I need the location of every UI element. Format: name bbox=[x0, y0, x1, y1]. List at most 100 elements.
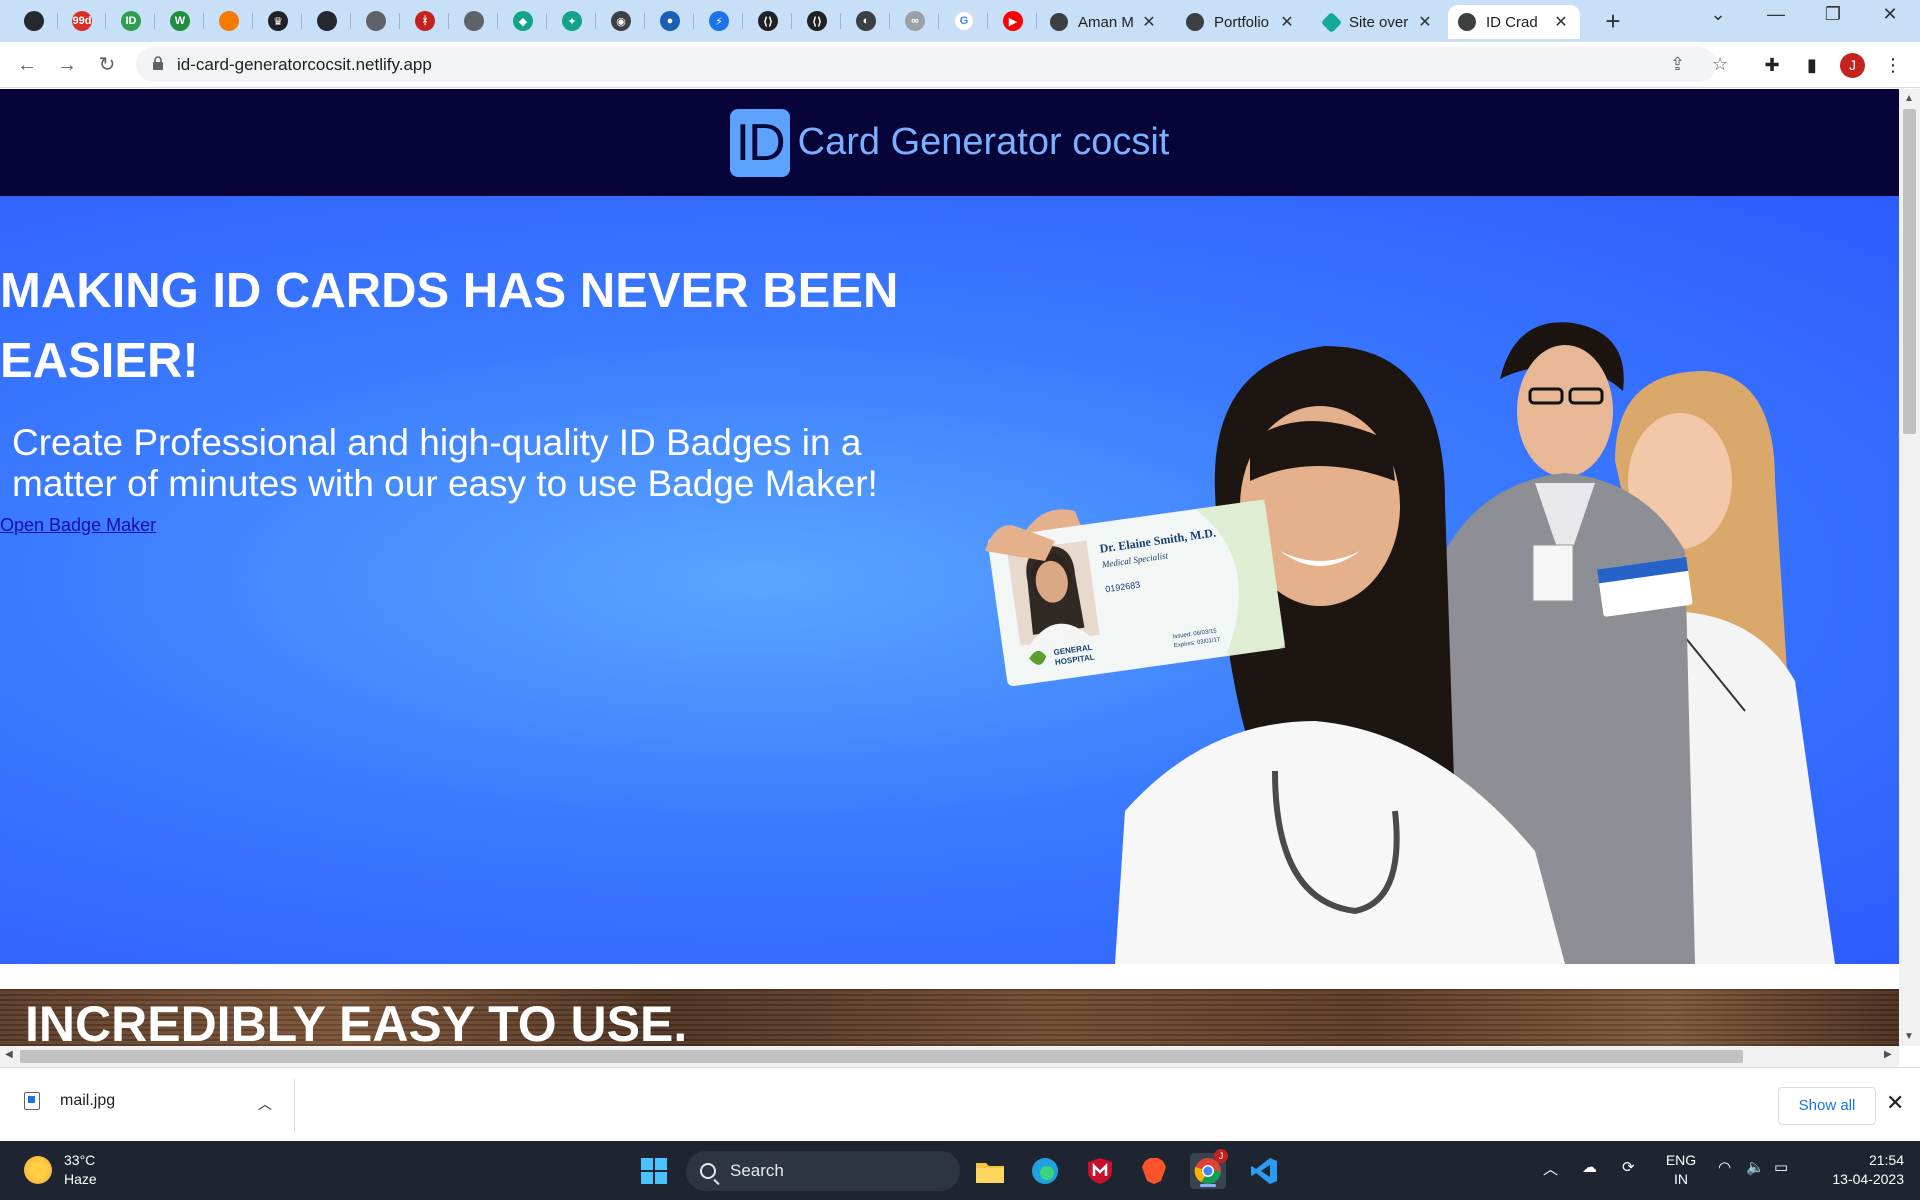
pinned-tab[interactable]: W bbox=[156, 5, 204, 37]
battery-icon[interactable]: ▭ bbox=[1774, 1158, 1788, 1176]
pinned-tab[interactable] bbox=[205, 5, 253, 37]
edge-icon bbox=[1032, 1158, 1058, 1184]
mcafee-button[interactable] bbox=[1082, 1153, 1118, 1189]
person-icon: ● bbox=[660, 11, 680, 31]
language-indicator[interactable]: ENG IN bbox=[1664, 1151, 1698, 1189]
pinned-tab[interactable] bbox=[10, 5, 58, 37]
wifi-icon[interactable]: ◠ bbox=[1718, 1158, 1731, 1176]
pinned-tab[interactable] bbox=[450, 5, 498, 37]
tab-separator bbox=[399, 13, 400, 29]
menu-icon[interactable]: ⋮ bbox=[1880, 52, 1906, 78]
close-icon[interactable]: ✕ bbox=[1140, 12, 1158, 32]
extensions-icon[interactable]: ✚ bbox=[1759, 52, 1785, 78]
pinned-tab[interactable]: ∞ bbox=[891, 5, 939, 37]
vscode-button[interactable] bbox=[1246, 1153, 1282, 1189]
close-icon[interactable]: ✕ bbox=[1416, 12, 1434, 32]
horizontal-scrollbar[interactable]: ◀ ▶ bbox=[0, 1046, 1899, 1067]
scroll-down-icon[interactable]: ▼ bbox=[1904, 1031, 1914, 1042]
volume-icon[interactable]: 🔈 bbox=[1746, 1158, 1765, 1176]
tab-id-card[interactable]: ID Crad ✕ bbox=[1448, 5, 1580, 39]
back-button[interactable]: ← bbox=[12, 50, 42, 80]
tab-aman[interactable]: Aman M ✕ bbox=[1040, 5, 1168, 39]
forward-button[interactable]: → bbox=[52, 50, 82, 80]
pinned-tab[interactable]: ● bbox=[646, 5, 694, 37]
pinned-tab[interactable]: ⟨⟩ bbox=[744, 5, 792, 37]
pinned-tab[interactable]: ◆ bbox=[499, 5, 547, 37]
pinned-tab[interactable]: ⚡ bbox=[695, 5, 743, 37]
tab-separator bbox=[693, 13, 694, 29]
restore-button[interactable]: ❐ bbox=[1813, 4, 1853, 25]
tab-search-chevron-icon[interactable]: ⌄ bbox=[1698, 4, 1738, 25]
pinned-tab[interactable]: ◉ bbox=[597, 5, 645, 37]
scroll-right-icon[interactable]: ▶ bbox=[1884, 1049, 1892, 1060]
pinned-tab[interactable] bbox=[352, 5, 400, 37]
sync-icon[interactable]: ⟳ bbox=[1622, 1158, 1635, 1176]
horizontal-scroll-thumb[interactable] bbox=[20, 1050, 1743, 1063]
open-badge-maker-link[interactable]: Open Badge Maker bbox=[0, 515, 156, 536]
bolt-icon: ⚡ bbox=[709, 11, 729, 31]
start-button[interactable] bbox=[636, 1153, 672, 1189]
tab-separator bbox=[154, 13, 155, 29]
chevron-up-icon[interactable]: ︿ bbox=[258, 1094, 272, 1114]
hero-subheading: Create Professional and high-quality ID … bbox=[12, 422, 878, 504]
region-code: IN bbox=[1674, 1171, 1688, 1187]
github-icon bbox=[464, 11, 484, 31]
download-item[interactable]: mail.jpg bbox=[24, 1092, 115, 1110]
pinned-tab[interactable]: ◐ bbox=[842, 5, 890, 37]
weather-condition: Haze bbox=[64, 1171, 97, 1187]
show-hidden-icons[interactable]: ︿ bbox=[1543, 1158, 1558, 1179]
language-code: ENG bbox=[1665, 1152, 1697, 1168]
pinned-tab[interactable] bbox=[303, 5, 351, 37]
pinned-tab[interactable]: ♛ bbox=[254, 5, 302, 37]
pinned-tab[interactable]: 99d bbox=[58, 5, 106, 37]
github-icon bbox=[317, 11, 337, 31]
pinned-tab[interactable]: ID bbox=[107, 5, 155, 37]
show-all-button[interactable]: Show all bbox=[1778, 1087, 1876, 1125]
pinned-tab[interactable]: ▶ bbox=[989, 5, 1037, 37]
pinned-tab[interactable]: G bbox=[940, 5, 988, 37]
share-icon[interactable]: ⇪ bbox=[1670, 54, 1685, 75]
star-icon[interactable]: ☆ bbox=[1712, 54, 1728, 75]
globe-icon bbox=[1050, 13, 1068, 31]
close-window-button[interactable]: ✕ bbox=[1870, 4, 1910, 25]
close-icon[interactable]: ✕ bbox=[1552, 12, 1570, 32]
tab-separator bbox=[203, 13, 204, 29]
tab-separator bbox=[350, 13, 351, 29]
tab-separator bbox=[644, 13, 645, 29]
scroll-left-icon[interactable]: ◀ bbox=[5, 1049, 13, 1060]
new-tab-button[interactable]: + bbox=[1598, 6, 1628, 37]
brave-button[interactable] bbox=[1136, 1153, 1172, 1189]
tab-separator bbox=[889, 13, 890, 29]
close-icon[interactable]: ✕ bbox=[1278, 12, 1296, 32]
scroll-up-icon[interactable]: ▲ bbox=[1904, 93, 1914, 104]
vscode-icon bbox=[1251, 1158, 1277, 1184]
tab-separator bbox=[595, 13, 596, 29]
vertical-scroll-thumb[interactable] bbox=[1903, 109, 1916, 434]
tab-portfolio[interactable]: Portfolio ✕ bbox=[1176, 5, 1306, 39]
pinned-tab[interactable]: ᚼ bbox=[401, 5, 449, 37]
profile-avatar[interactable]: J bbox=[1840, 53, 1865, 78]
brave-lion-icon bbox=[1142, 1158, 1166, 1184]
address-bar[interactable]: id-card-generatorcocsit.netlify.app ⇪ ☆ bbox=[136, 47, 1728, 82]
vertical-scrollbar[interactable]: ▲ ▼ bbox=[1899, 89, 1920, 1046]
close-icon[interactable]: ✕ bbox=[1886, 1090, 1904, 1116]
file-explorer-button[interactable] bbox=[972, 1153, 1008, 1189]
code-icon: ⟨⟩ bbox=[807, 11, 827, 31]
tab-site-overview[interactable]: Site over ✕ bbox=[1314, 5, 1444, 39]
edge-button[interactable] bbox=[1027, 1153, 1063, 1189]
weather-widget[interactable]: 33°C Haze bbox=[24, 1151, 97, 1189]
side-panel-icon[interactable]: ▮ bbox=[1799, 52, 1825, 78]
link-icon: ∞ bbox=[905, 11, 925, 31]
onedrive-icon[interactable]: ☁ bbox=[1582, 1158, 1597, 1176]
system-clock[interactable]: 21:54 13-04-2023 bbox=[1820, 1151, 1904, 1189]
id-icon: ID bbox=[121, 11, 141, 31]
chrome-button[interactable]: J bbox=[1190, 1149, 1228, 1189]
reload-button[interactable]: ↻ bbox=[92, 50, 122, 80]
url-text[interactable]: id-card-generatorcocsit.netlify.app bbox=[177, 55, 432, 75]
lock-icon bbox=[153, 56, 163, 70]
taskbar-search[interactable]: Search bbox=[686, 1151, 960, 1191]
pinned-tab[interactable]: ⟨⟩ bbox=[793, 5, 841, 37]
minimize-button[interactable]: — bbox=[1756, 4, 1796, 25]
download-filename[interactable]: mail.jpg bbox=[60, 1092, 115, 1110]
pinned-tab[interactable]: ✦ bbox=[548, 5, 596, 37]
